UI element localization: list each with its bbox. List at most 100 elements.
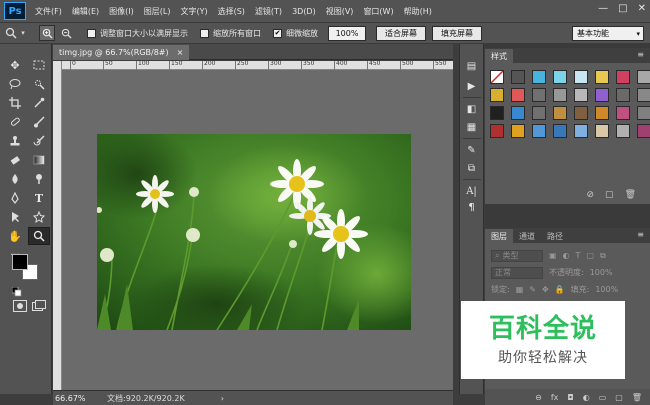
- filter-type-icon[interactable]: T: [576, 251, 581, 260]
- fill-screen-button[interactable]: 填充屏幕: [432, 25, 482, 41]
- adjustment-layer-icon[interactable]: ◐: [583, 393, 590, 402]
- marquee-tool-icon[interactable]: [28, 56, 50, 74]
- menu-select[interactable]: 选择(S): [213, 6, 250, 17]
- paragraph-panel-icon[interactable]: ¶: [463, 199, 481, 215]
- blur-tool-icon[interactable]: [4, 170, 26, 188]
- menu-help[interactable]: 帮助(H): [399, 6, 437, 17]
- style-swatch[interactable]: [595, 124, 609, 138]
- zoom-all-windows-checkbox[interactable]: [200, 28, 209, 38]
- style-swatch[interactable]: [532, 106, 546, 120]
- layer-fx-icon[interactable]: fx: [551, 393, 559, 402]
- filter-adjust-icon[interactable]: ◐: [563, 251, 570, 260]
- style-swatch[interactable]: [637, 70, 650, 84]
- menu-3d[interactable]: 3D(D): [287, 7, 321, 16]
- minimize-button[interactable]: —: [598, 3, 608, 14]
- opacity-value[interactable]: 100%: [590, 268, 613, 277]
- style-swatch[interactable]: [490, 124, 504, 138]
- link-layers-icon[interactable]: ⊖: [535, 393, 542, 402]
- style-swatch[interactable]: [532, 124, 546, 138]
- clone-stamp-tool-icon[interactable]: [4, 132, 26, 150]
- fill-value[interactable]: 100%: [595, 285, 618, 294]
- color-swatches[interactable]: [12, 254, 46, 284]
- resize-windows-checkbox[interactable]: [87, 28, 96, 38]
- menu-filter[interactable]: 滤镜(T): [250, 6, 287, 17]
- style-swatch[interactable]: [637, 88, 650, 102]
- canvas-area[interactable]: [62, 70, 453, 390]
- filter-shape-icon[interactable]: ▢: [586, 251, 594, 260]
- style-swatch[interactable]: [616, 124, 630, 138]
- scrubby-zoom-checkbox[interactable]: ✔: [273, 28, 282, 38]
- style-swatch[interactable]: [532, 70, 546, 84]
- healing-brush-tool-icon[interactable]: [4, 113, 26, 131]
- crop-tool-icon[interactable]: [4, 94, 26, 112]
- document-image[interactable]: [97, 134, 411, 330]
- hand-tool-icon[interactable]: ✋: [4, 227, 26, 245]
- eraser-tool-icon[interactable]: [4, 151, 26, 169]
- zoom-tool-preset-icon[interactable]: [4, 26, 18, 40]
- style-swatch[interactable]: [532, 88, 546, 102]
- style-swatch[interactable]: [637, 124, 650, 138]
- style-swatch[interactable]: [574, 106, 588, 120]
- zoom-out-button[interactable]: [59, 26, 73, 40]
- menu-file[interactable]: 文件(F): [30, 6, 67, 17]
- style-swatch[interactable]: [490, 88, 504, 102]
- fit-screen-button[interactable]: 适合屏幕: [376, 25, 426, 41]
- dodge-tool-icon[interactable]: [28, 170, 50, 188]
- menu-view[interactable]: 视图(V): [321, 6, 359, 17]
- quick-mask-icon[interactable]: [13, 300, 27, 314]
- zoom-tool-icon[interactable]: [28, 227, 50, 245]
- style-swatch[interactable]: [574, 124, 588, 138]
- zoom-value-field[interactable]: 100%: [328, 25, 366, 41]
- character-panel-icon[interactable]: A|: [463, 183, 481, 199]
- style-swatch[interactable]: [616, 88, 630, 102]
- brush-tool-icon[interactable]: [28, 113, 50, 131]
- style-swatch[interactable]: [595, 106, 609, 120]
- clone-source-panel-icon[interactable]: ⧉: [463, 160, 481, 176]
- workspace-select[interactable]: 基本功能 ▾: [572, 26, 644, 41]
- scrubby-zoom-option[interactable]: ✔ 细微缩放: [273, 28, 318, 39]
- zoom-all-windows-option[interactable]: 缩放所有窗口: [200, 28, 261, 39]
- default-colors-icon[interactable]: [11, 286, 22, 299]
- zoom-in-button[interactable]: [39, 25, 55, 41]
- brush-panel-icon[interactable]: ✎: [463, 142, 481, 158]
- pen-tool-icon[interactable]: [4, 189, 26, 207]
- style-swatch[interactable]: [637, 106, 650, 120]
- style-swatch[interactable]: [595, 70, 609, 84]
- history-panel-icon[interactable]: ▤: [463, 58, 481, 74]
- actions-panel-icon[interactable]: ▶: [463, 78, 481, 94]
- path-selection-tool-icon[interactable]: [4, 208, 26, 226]
- menu-layer[interactable]: 图层(L): [139, 6, 176, 17]
- lasso-tool-icon[interactable]: [4, 75, 26, 93]
- menu-edit[interactable]: 编辑(E): [67, 6, 104, 17]
- document-tab[interactable]: timg.jpg @ 66.7%(RGB/8#) ×: [53, 45, 190, 60]
- tab-paths[interactable]: 路径: [541, 229, 569, 243]
- style-swatch[interactable]: [553, 124, 567, 138]
- menu-image[interactable]: 图像(I): [104, 6, 139, 17]
- tab-layers[interactable]: 图层: [485, 229, 513, 243]
- style-swatch[interactable]: [511, 124, 525, 138]
- new-style-icon[interactable]: ▢: [605, 190, 614, 200]
- style-swatch[interactable]: [616, 70, 630, 84]
- eyedropper-tool-icon[interactable]: [28, 94, 50, 112]
- resize-windows-option[interactable]: 调整窗口大小以满屏显示: [87, 28, 188, 39]
- new-layer-icon[interactable]: ▢: [615, 393, 623, 402]
- style-swatch[interactable]: [511, 88, 525, 102]
- tab-styles[interactable]: 样式: [485, 49, 513, 63]
- gradient-tool-icon[interactable]: [28, 151, 50, 169]
- filter-smart-icon[interactable]: ⧉: [600, 251, 606, 261]
- status-menu-arrow[interactable]: ›: [221, 394, 224, 403]
- screen-mode-icon[interactable]: [32, 300, 46, 314]
- menu-window[interactable]: 窗口(W): [358, 6, 398, 17]
- foreground-color-swatch[interactable]: [12, 254, 28, 270]
- add-mask-icon[interactable]: ◘: [567, 393, 573, 402]
- clear-style-icon[interactable]: ⊘: [587, 190, 595, 200]
- style-swatch[interactable]: [511, 70, 525, 84]
- restore-button[interactable]: □: [618, 3, 627, 14]
- menu-type[interactable]: 文字(Y): [175, 6, 212, 17]
- style-swatch[interactable]: [595, 88, 609, 102]
- new-group-icon[interactable]: ▭: [599, 393, 607, 402]
- chevron-down-icon[interactable]: ▾: [19, 26, 27, 40]
- lock-image-icon[interactable]: ✎: [529, 285, 536, 294]
- style-swatch[interactable]: [490, 106, 504, 120]
- filter-pixel-icon[interactable]: ▣: [549, 251, 557, 260]
